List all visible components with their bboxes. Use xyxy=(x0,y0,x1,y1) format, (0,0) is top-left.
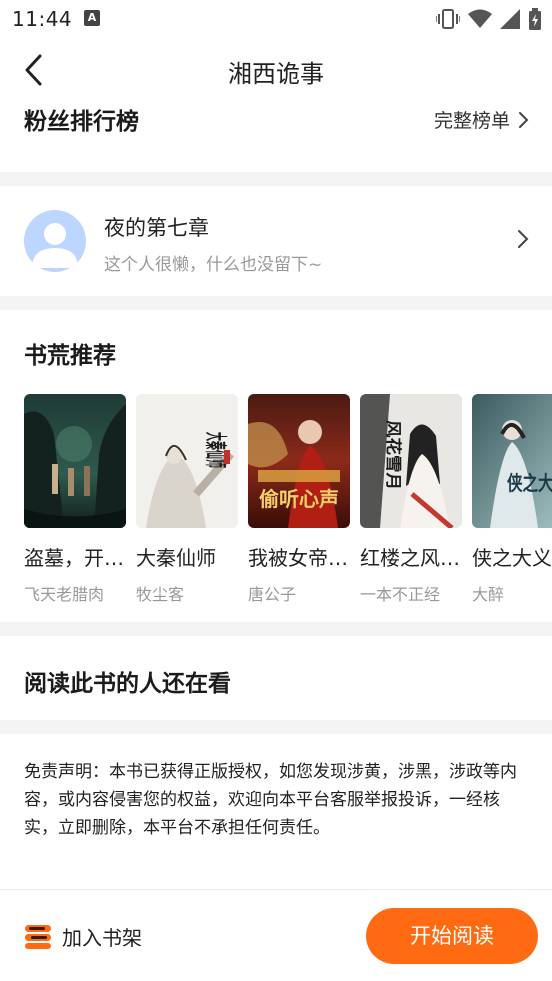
chevron-right-icon xyxy=(518,230,529,248)
book-title: 侠之大义 xyxy=(472,546,552,570)
full-list-label: 完整榜单 xyxy=(433,110,510,132)
wifi-icon xyxy=(468,9,492,28)
battery-icon xyxy=(529,8,541,30)
fans-ranking-header: 粉丝排行榜 完整榜单 xyxy=(0,100,552,170)
nav-bar: 湘西诡事 xyxy=(0,40,552,102)
book-author: 牧尘客 xyxy=(136,585,185,604)
full-list-link[interactable]: 完整榜单 xyxy=(434,106,530,133)
disclaimer-text: 免责声明：本书已获得正版授权，如您发现涉黄，涉黑，涉政等内容，或内容侵害您的权益… xyxy=(24,762,517,838)
default-avatar-icon xyxy=(32,223,78,268)
book-cover: 大秦仙师 xyxy=(136,394,238,528)
book-title: 大秦仙师 xyxy=(136,546,216,570)
book-author: 飞天老腊肉 xyxy=(24,585,105,604)
book-author: 唐公子 xyxy=(248,585,297,604)
signal-icon xyxy=(500,9,520,29)
fan-bio: 这个人很懒，什么也没留下~ xyxy=(104,255,323,275)
status-time: 11:44 xyxy=(12,7,73,31)
book-title: 盗墓，开… xyxy=(24,546,124,570)
book-card[interactable]: 风花雪月 红楼之风… 一本不正经 xyxy=(360,394,462,605)
vibrate-icon xyxy=(436,9,460,29)
section-divider xyxy=(0,296,552,310)
book-title: 红楼之风… xyxy=(360,546,460,570)
fan-row[interactable]: 夜的第七章 这个人很懒，什么也没留下~ xyxy=(0,186,552,296)
add-to-shelf-button[interactable]: 加入书架 xyxy=(24,922,142,951)
status-icons xyxy=(436,8,542,30)
page-title: 湘西诡事 xyxy=(228,60,324,88)
also-reading-section: 阅读此书的人还在看 xyxy=(0,636,552,720)
chevron-right-icon xyxy=(519,111,529,128)
status-bar: 11:44 A xyxy=(0,0,552,40)
book-cover xyxy=(24,394,126,528)
notification-icon: A xyxy=(84,10,100,26)
fan-name: 夜的第七章 xyxy=(104,216,209,240)
start-reading-button[interactable]: 开始阅读 xyxy=(366,908,538,964)
section-divider xyxy=(0,720,552,734)
book-card[interactable]: 偷听心声 我被女帝… 唐公子 xyxy=(248,394,350,605)
avatar xyxy=(24,210,86,272)
add-to-shelf-label: 加入书架 xyxy=(62,926,142,950)
recommend-section: 书荒推荐 盗墓，开… 飞天老腊肉 大秦仙师 牧尘客 偷听心声 我被女帝… 唐公子… xyxy=(0,310,552,622)
bottom-action-bar: 加入书架 开始阅读 xyxy=(0,889,552,981)
book-author: 一本不正经 xyxy=(360,585,441,604)
recommend-title: 书荒推荐 xyxy=(24,343,116,369)
fans-ranking-title: 粉丝排行榜 xyxy=(24,109,139,135)
book-author: 大醉 xyxy=(472,585,505,604)
book-cover: 侠之大义 xyxy=(472,394,552,528)
book-card[interactable]: 盗墓，开… 飞天老腊肉 xyxy=(24,394,126,605)
book-cover: 风花雪月 xyxy=(360,394,462,528)
section-divider xyxy=(0,622,552,636)
bookshelf-icon xyxy=(25,924,51,949)
section-divider xyxy=(0,172,552,186)
book-title: 我被女帝… xyxy=(248,546,348,570)
cover-text: 偷听心声 xyxy=(259,487,339,511)
book-cover: 偷听心声 xyxy=(248,394,350,528)
book-card[interactable]: 大秦仙师 大秦仙师 牧尘客 xyxy=(136,394,238,605)
book-card[interactable]: 侠之大义 侠之大义 大醉 xyxy=(472,394,552,605)
cover-text: 风花雪月 xyxy=(384,420,403,490)
book-list: 盗墓，开… 飞天老腊肉 大秦仙师 大秦仙师 牧尘客 xyxy=(24,394,552,605)
also-reading-title: 阅读此书的人还在看 xyxy=(24,671,231,697)
cover-text: 侠之大义 xyxy=(507,471,552,495)
